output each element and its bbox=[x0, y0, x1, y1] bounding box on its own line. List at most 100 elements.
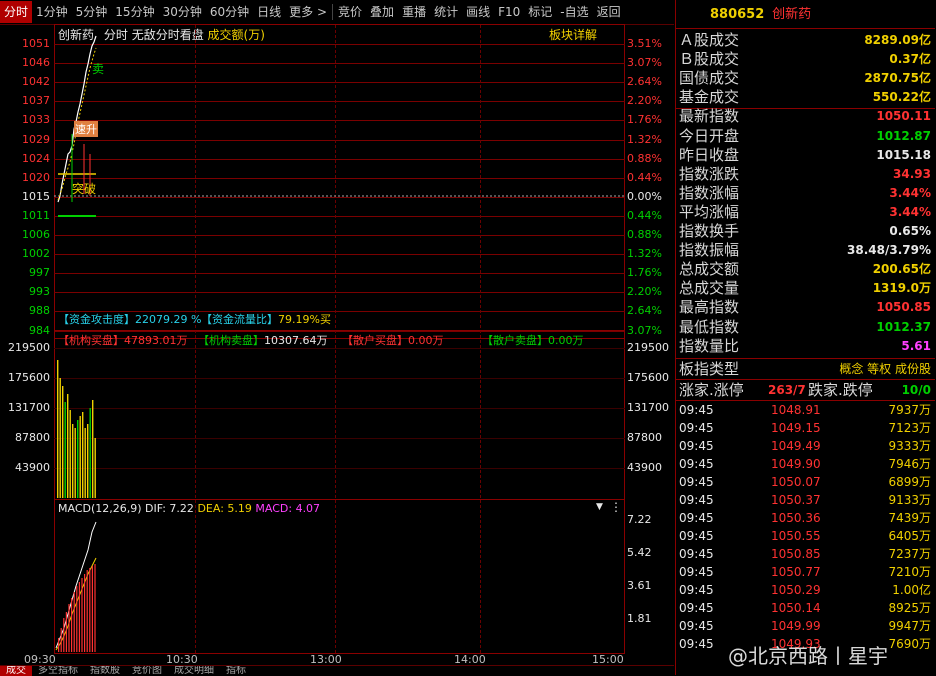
more-options-icon[interactable]: ⋮ bbox=[610, 500, 622, 514]
macd-bar bbox=[73, 592, 75, 652]
macd-value: MACD: 4.07 bbox=[255, 502, 321, 515]
toolbar-item-8[interactable]: 竞价 bbox=[334, 1, 366, 23]
tick-time: 09:45 bbox=[679, 547, 714, 561]
stat-label: 昨日收盘 bbox=[679, 145, 740, 164]
volume-tick-label: 175600 bbox=[8, 371, 50, 384]
panel-header: 880652 创新药 bbox=[676, 0, 935, 29]
stat-value: 0.37亿 bbox=[889, 52, 931, 67]
tick-amount: 7123万 bbox=[888, 421, 931, 435]
stat-row: 总成交量 1319.0万 bbox=[676, 279, 935, 298]
macd-bar bbox=[89, 568, 91, 652]
stat-value: 1050.85 bbox=[876, 300, 931, 315]
volume-tick-label: 131700 bbox=[8, 401, 50, 414]
pct-tick-label: 3.07% bbox=[627, 56, 662, 70]
toolbar-item-2[interactable]: 5分钟 bbox=[72, 1, 112, 23]
retail-sell-label: 【散户卖盘】 bbox=[482, 334, 548, 347]
toolbar-item-14[interactable]: 标记 bbox=[524, 1, 556, 23]
stat-value: 200.65亿 bbox=[872, 262, 931, 277]
toolbar-item-5[interactable]: 60分钟 bbox=[206, 1, 253, 23]
tick-amount: 9133万 bbox=[888, 493, 931, 507]
toolbar-item-0[interactable]: 分时 bbox=[0, 1, 33, 23]
pct-tick-label: 0.44% bbox=[627, 170, 662, 184]
stat-label: 最高指数 bbox=[679, 298, 740, 317]
price-tick-label: 1002 bbox=[22, 247, 50, 261]
stat-value: 0.65% bbox=[889, 224, 931, 238]
stat-label: 国债成交 bbox=[679, 69, 740, 88]
stat-value: 3.44% bbox=[889, 204, 931, 219]
toolbar-item-15[interactable]: -自选 bbox=[556, 1, 592, 23]
macd-bar bbox=[68, 604, 70, 652]
stat-label: 总成交量 bbox=[679, 279, 740, 298]
toolbar-item-4[interactable]: 30分钟 bbox=[159, 1, 206, 23]
tick-price: 1050.14 bbox=[771, 601, 821, 615]
price-tick-label: 1042 bbox=[22, 75, 50, 89]
toolbar-item-1[interactable]: 1分钟 bbox=[32, 1, 72, 23]
stat-label: 指数涨跌 bbox=[679, 164, 740, 183]
volume-gridline bbox=[54, 378, 625, 379]
tick-price: 1050.36 bbox=[771, 511, 821, 525]
stat-label: Ｂ股成交 bbox=[679, 50, 740, 69]
tick-amount: 7690万 bbox=[888, 637, 931, 651]
toolbar-item-9[interactable]: 叠加 bbox=[366, 1, 398, 23]
volume-bar bbox=[82, 412, 84, 498]
toolbar-item-6[interactable]: 日线 bbox=[253, 1, 285, 23]
toolbar-item-7[interactable]: 更多 > bbox=[285, 1, 331, 23]
toolbar-item-13[interactable]: F10 bbox=[494, 1, 524, 23]
tick-row: 09:45 1050.55 6405万 bbox=[676, 527, 935, 545]
tick-time: 09:45 bbox=[679, 565, 714, 579]
sector-type-value: 概念 等权 成份股 bbox=[839, 362, 931, 376]
pct-tick-label: 0.88% bbox=[627, 151, 662, 165]
stat-value: 1012.87 bbox=[876, 128, 931, 143]
price-tick-label: 993 bbox=[29, 285, 50, 299]
volume-bar bbox=[67, 394, 69, 498]
volume-bar bbox=[77, 420, 79, 498]
capital-flow-label: 【资金流量比】 bbox=[201, 313, 278, 326]
tick-amount: 7937万 bbox=[888, 403, 931, 417]
tick-amount: 9333万 bbox=[888, 439, 931, 453]
volume-bar bbox=[79, 416, 81, 498]
tick-row: 09:45 1050.77 7210万 bbox=[676, 563, 935, 581]
stat-row: 指数涨幅 3.44% bbox=[676, 184, 935, 203]
surge-signal: 速升 bbox=[74, 121, 98, 137]
stat-value: 5.61 bbox=[901, 338, 931, 353]
dropdown-arrow-icon[interactable]: ▼ bbox=[596, 502, 603, 512]
stat-row: 最新指数 1050.11 bbox=[676, 107, 935, 126]
macd-dea: DEA: 5.19 bbox=[197, 502, 252, 515]
pct-tick-label: 2.64% bbox=[627, 304, 662, 318]
stat-row: 今日开盘 1012.87 bbox=[676, 127, 935, 146]
macd-chart-panel[interactable] bbox=[54, 499, 625, 654]
pct-tick-label: 3.51% bbox=[627, 37, 662, 50]
stat-value: 1050.11 bbox=[876, 109, 931, 124]
toolbar-item-11[interactable]: 统计 bbox=[430, 1, 462, 23]
stat-row: 指数振幅 38.48/3.79% bbox=[676, 241, 935, 260]
volume-bar bbox=[72, 424, 74, 498]
price-tick-label: 1006 bbox=[22, 228, 50, 241]
tick-time: 09:45 bbox=[679, 583, 714, 597]
price-tick-label: 988 bbox=[29, 304, 50, 318]
tick-time: 09:45 bbox=[679, 439, 714, 453]
stat-value: 1015.18 bbox=[876, 147, 931, 162]
capital-attack-label: 【资金攻击度】 bbox=[58, 313, 135, 326]
tick-amount: 7237万 bbox=[888, 547, 931, 561]
toolbar-item-16[interactable]: 返回 bbox=[593, 1, 625, 23]
pct-tick-label: 0.88% bbox=[627, 228, 662, 241]
macd-bar bbox=[81, 578, 83, 652]
toolbar-item-3[interactable]: 15分钟 bbox=[111, 1, 158, 23]
bottom-tab-bar: 成交 多空指标 指数股 竞价图 成交明细 指标 bbox=[0, 665, 674, 676]
volume-chart-panel[interactable] bbox=[54, 330, 625, 500]
volume-bar bbox=[69, 410, 71, 498]
tick-time: 09:45 bbox=[679, 493, 714, 507]
stat-label: 今日开盘 bbox=[679, 126, 740, 145]
price-tick-label: 1011 bbox=[22, 208, 50, 222]
tick-price: 1050.77 bbox=[771, 565, 821, 579]
stat-value: 3.44% bbox=[889, 185, 931, 200]
toolbar-item-10[interactable]: 重播 bbox=[398, 1, 430, 23]
stat-value: 34.93 bbox=[893, 166, 931, 181]
volume-bar bbox=[84, 428, 86, 498]
volume-gridline bbox=[54, 468, 625, 469]
tick-amount: 9947万 bbox=[888, 619, 931, 633]
pct-tick-label: 3.07% bbox=[627, 323, 662, 337]
toolbar-item-12[interactable]: 画线 bbox=[462, 1, 494, 23]
volume-tick-label: 43900 bbox=[15, 461, 50, 474]
tick-amount: 1.00亿 bbox=[892, 583, 931, 597]
